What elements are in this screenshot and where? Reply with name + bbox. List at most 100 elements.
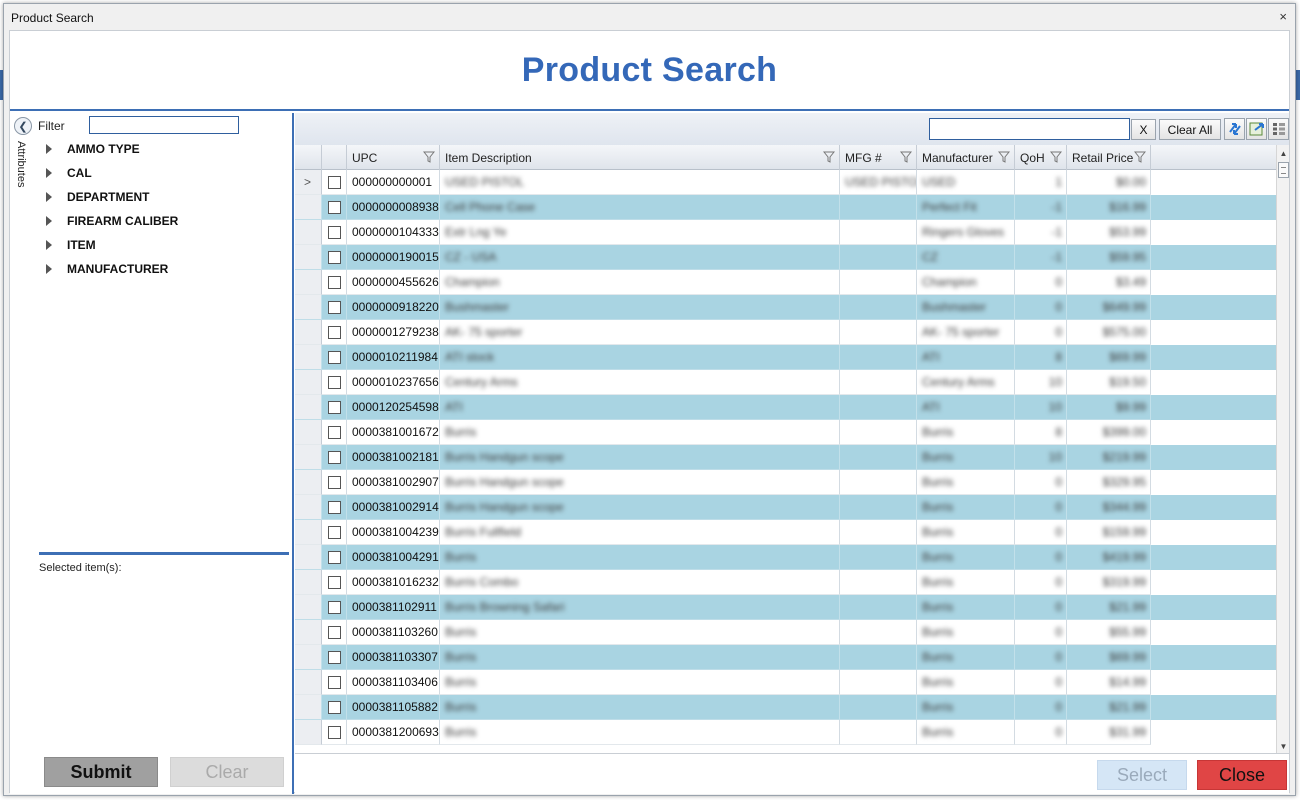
- table-row[interactable]: 0000000104333 Extr Lng Ye Ringers Gloves -1…: [295, 220, 1276, 245]
- table-row[interactable]: 0000000918220 Bushmaster Bushmaster 0 $649.9…: [295, 295, 1276, 320]
- table-row[interactable]: 0000000008938 Cell Phone Case Perfect Fit -…: [295, 195, 1276, 220]
- row-checkbox[interactable]: [328, 350, 341, 364]
- collapse-panel-button[interactable]: ❮: [14, 117, 32, 135]
- expand-arrow-icon[interactable]: [46, 192, 52, 202]
- row-checkbox-cell[interactable]: [322, 245, 347, 270]
- scroll-down-icon[interactable]: ▼: [1277, 740, 1290, 753]
- row-checkbox-cell[interactable]: [322, 595, 347, 620]
- table-row[interactable]: 0000381004291 Burris Burris 0 $419.99: [295, 545, 1276, 570]
- filter-funnel-icon[interactable]: [900, 151, 912, 163]
- column-header-retail-price[interactable]: Retail Price: [1067, 145, 1151, 170]
- row-checkbox[interactable]: [328, 275, 341, 289]
- expand-arrow-icon[interactable]: [46, 216, 52, 226]
- row-checkbox-cell[interactable]: [322, 345, 347, 370]
- row-checkbox-cell[interactable]: [322, 520, 347, 545]
- row-checkbox[interactable]: [328, 400, 341, 414]
- column-header-upc[interactable]: UPC: [347, 145, 440, 170]
- row-checkbox[interactable]: [328, 250, 341, 264]
- expand-arrow-icon[interactable]: [46, 144, 52, 154]
- row-indicator[interactable]: [295, 545, 322, 570]
- row-checkbox-cell[interactable]: [322, 320, 347, 345]
- row-checkbox[interactable]: [328, 475, 341, 489]
- row-checkbox-cell[interactable]: [322, 170, 347, 195]
- row-checkbox[interactable]: [328, 650, 341, 664]
- row-checkbox-cell[interactable]: [322, 645, 347, 670]
- tree-item-cal[interactable]: CAL: [44, 161, 284, 185]
- row-checkbox[interactable]: [328, 225, 341, 239]
- row-checkbox[interactable]: [328, 700, 341, 714]
- row-indicator[interactable]: [295, 395, 322, 420]
- row-indicator[interactable]: [295, 195, 322, 220]
- row-checkbox[interactable]: [328, 200, 341, 214]
- row-checkbox-cell[interactable]: [322, 720, 347, 745]
- submit-button[interactable]: Submit: [44, 757, 158, 787]
- column-header-item-description[interactable]: Item Description: [440, 145, 840, 170]
- column-header-qoh[interactable]: QoH: [1015, 145, 1067, 170]
- table-row[interactable]: 0000001279238 AK- 75 sporter AK- 75 sporte…: [295, 320, 1276, 345]
- row-indicator[interactable]: [295, 420, 322, 445]
- table-row[interactable]: >000000000001 USED PISTOL USED PISTOL USED 1…: [295, 170, 1276, 195]
- row-checkbox-cell[interactable]: [322, 220, 347, 245]
- row-indicator[interactable]: [295, 345, 322, 370]
- table-row[interactable]: 0000381004239 Burris Fullfield Burris 0 $159…: [295, 520, 1276, 545]
- table-row[interactable]: 0000120254598 ATI ATI 10 $9.99: [295, 395, 1276, 420]
- table-row[interactable]: 0000010237656 Century Arms Century Arms 10 $…: [295, 370, 1276, 395]
- table-row[interactable]: 0000381016232 Burris Combo Burris 0 $319.99: [295, 570, 1276, 595]
- row-checkbox[interactable]: [328, 300, 341, 314]
- expand-arrow-icon[interactable]: [46, 264, 52, 274]
- row-checkbox-cell[interactable]: [322, 570, 347, 595]
- expand-arrow-icon[interactable]: [46, 168, 52, 178]
- table-row[interactable]: 0000381002181 Burris Handgun scope Burris 1…: [295, 445, 1276, 470]
- column-header-manufacturer[interactable]: Manufacturer: [917, 145, 1015, 170]
- row-checkbox-cell[interactable]: [322, 195, 347, 220]
- refresh-button[interactable]: [1224, 118, 1245, 140]
- row-checkbox[interactable]: [328, 600, 341, 614]
- row-checkbox-cell[interactable]: [322, 495, 347, 520]
- row-indicator[interactable]: [295, 220, 322, 245]
- table-row[interactable]: 0000381103307 Burris Burris 0 $69.99: [295, 645, 1276, 670]
- row-checkbox[interactable]: [328, 325, 341, 339]
- tree-item-item[interactable]: ITEM: [44, 233, 284, 257]
- filter-funnel-icon[interactable]: [1134, 151, 1146, 163]
- row-checkbox-cell[interactable]: [322, 695, 347, 720]
- row-checkbox[interactable]: [328, 375, 341, 389]
- row-checkbox[interactable]: [328, 175, 341, 189]
- row-indicator[interactable]: [295, 695, 322, 720]
- row-indicator[interactable]: [295, 320, 322, 345]
- row-checkbox-cell[interactable]: [322, 270, 347, 295]
- row-indicator[interactable]: [295, 570, 322, 595]
- column-header-mfg[interactable]: MFG #: [840, 145, 917, 170]
- row-checkbox-cell[interactable]: [322, 420, 347, 445]
- row-checkbox-cell[interactable]: [322, 670, 347, 695]
- table-row[interactable]: 0000381103406 Burris Burris 0 $14.99: [295, 670, 1276, 695]
- row-checkbox-cell[interactable]: [322, 470, 347, 495]
- vertical-scrollbar[interactable]: ▲ ▼: [1276, 145, 1289, 753]
- table-row[interactable]: 0000381002914 Burris Handgun scope Burris 0…: [295, 495, 1276, 520]
- row-indicator[interactable]: [295, 470, 322, 495]
- filter-funnel-icon[interactable]: [423, 151, 435, 163]
- select-button[interactable]: Select: [1097, 760, 1187, 790]
- table-row[interactable]: 0000381105882 Burris Burris 0 $21.99: [295, 695, 1276, 720]
- row-indicator[interactable]: [295, 670, 322, 695]
- row-checkbox-cell[interactable]: [322, 545, 347, 570]
- row-checkbox[interactable]: [328, 675, 341, 689]
- scroll-up-icon[interactable]: ▲: [1277, 147, 1290, 160]
- tree-item-ammo-type[interactable]: AMMO TYPE: [44, 137, 284, 161]
- row-checkbox-cell[interactable]: [322, 445, 347, 470]
- row-checkbox[interactable]: [328, 500, 341, 514]
- row-indicator[interactable]: [295, 295, 322, 320]
- row-checkbox-cell[interactable]: [322, 395, 347, 420]
- row-indicator[interactable]: [295, 645, 322, 670]
- row-checkbox-cell[interactable]: [322, 620, 347, 645]
- column-chooser-button[interactable]: [1268, 118, 1289, 140]
- expand-arrow-icon[interactable]: [46, 240, 52, 250]
- table-row[interactable]: 0000000455626 Champion Champion 0 $3.49: [295, 270, 1276, 295]
- row-indicator[interactable]: [295, 270, 322, 295]
- tree-item-manufacturer[interactable]: MANUFACTURER: [44, 257, 284, 281]
- tree-item-department[interactable]: DEPARTMENT: [44, 185, 284, 209]
- row-checkbox-cell[interactable]: [322, 370, 347, 395]
- row-indicator[interactable]: [295, 495, 322, 520]
- row-checkbox[interactable]: [328, 625, 341, 639]
- splitter[interactable]: [39, 552, 289, 555]
- table-row[interactable]: 0000010211984 ATI stock ATI 8 $69.99: [295, 345, 1276, 370]
